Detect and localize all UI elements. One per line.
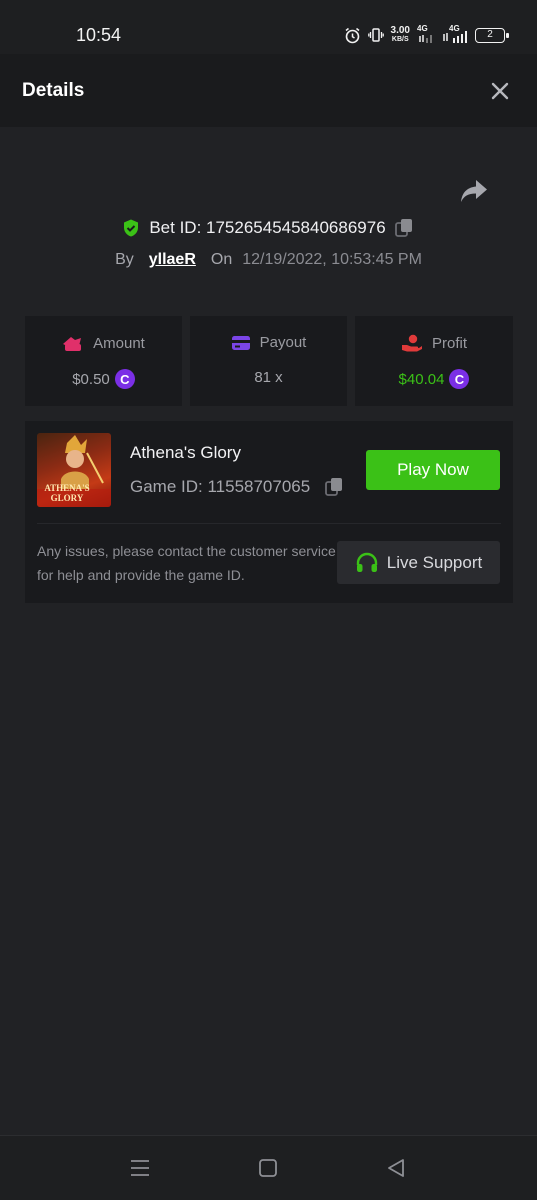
network-speed: 3.00 KB/S bbox=[390, 25, 410, 44]
payout-card-icon bbox=[231, 335, 250, 350]
menu-icon[interactable] bbox=[128, 1156, 152, 1180]
close-icon[interactable] bbox=[488, 79, 512, 103]
alarm-icon bbox=[345, 27, 359, 43]
profit-hand-coin-icon bbox=[401, 334, 422, 352]
game-thumbnail[interactable]: ATHENA'S GLORY bbox=[37, 433, 111, 507]
amount-value: $0.50 bbox=[72, 370, 110, 388]
amount-label: Amount bbox=[93, 334, 145, 352]
status-icons: 3.00 KB/S 4G 4G 2 bbox=[344, 23, 509, 47]
username-link[interactable]: yllaeR bbox=[149, 251, 196, 269]
status-bar: 10:54 3.00 KB/S 4G 4G 2 bbox=[0, 0, 537, 54]
support-info-text: Any issues, please contact the customer … bbox=[37, 543, 336, 583]
back-icon[interactable] bbox=[384, 1156, 408, 1180]
bet-datetime: 12/19/2022, 10:53:45 PM bbox=[242, 251, 422, 268]
by-label: By bbox=[115, 251, 134, 268]
page-title: Details bbox=[22, 80, 85, 101]
details-header: Details bbox=[0, 54, 537, 127]
live-support-label: Live Support bbox=[386, 552, 483, 572]
battery-icon: 2 bbox=[475, 27, 509, 43]
verified-shield-icon bbox=[124, 219, 139, 237]
game-name: Athena's Glory bbox=[130, 443, 241, 462]
bet-id-row: Bet ID: 1752654545840686976 bbox=[0, 215, 537, 241]
amount-card: Amount $0.50 C bbox=[25, 316, 182, 406]
coin-icon: C bbox=[449, 369, 470, 389]
on-label: On bbox=[210, 251, 233, 268]
system-nav-bar bbox=[0, 1135, 537, 1200]
thumbnail-title: ATHENA'S GLORY bbox=[44, 483, 90, 503]
profit-card: Profit $40.04 C bbox=[355, 316, 513, 406]
payout-value: 81 x bbox=[254, 369, 283, 386]
signal-icon-1: 4G bbox=[417, 24, 435, 44]
live-support-button[interactable]: Live Support bbox=[337, 541, 500, 584]
share-icon[interactable] bbox=[459, 178, 489, 204]
game-card: ATHENA'S GLORY Athena's Glory Game ID: 1… bbox=[25, 421, 513, 603]
game-id: Game ID: 11558707065 bbox=[130, 477, 311, 496]
payout-card: Payout 81 x bbox=[190, 316, 347, 406]
payout-label: Payout bbox=[259, 334, 307, 351]
copy-game-id-icon[interactable] bbox=[324, 476, 346, 498]
home-icon[interactable] bbox=[256, 1156, 280, 1180]
profit-label: Profit bbox=[431, 334, 467, 352]
status-time: 10:54 bbox=[76, 25, 122, 45]
headset-icon bbox=[356, 552, 377, 572]
coin-icon: C bbox=[114, 369, 135, 389]
play-now-button[interactable]: Play Now bbox=[366, 450, 500, 490]
bet-meta-row: By yllaeR On 12/19/2022, 10:53:45 PM bbox=[0, 248, 537, 272]
signal-icon-2: 4G bbox=[442, 24, 468, 44]
bet-id: Bet ID: 1752654545840686976 bbox=[149, 218, 386, 237]
copy-bet-id-icon[interactable] bbox=[394, 217, 416, 239]
vibrate-icon bbox=[367, 28, 384, 42]
amount-icon bbox=[63, 337, 82, 351]
card-divider bbox=[37, 523, 501, 524]
game-id-row: Game ID: 11558707065 bbox=[130, 476, 346, 498]
profit-value: $40.04 bbox=[398, 370, 445, 388]
